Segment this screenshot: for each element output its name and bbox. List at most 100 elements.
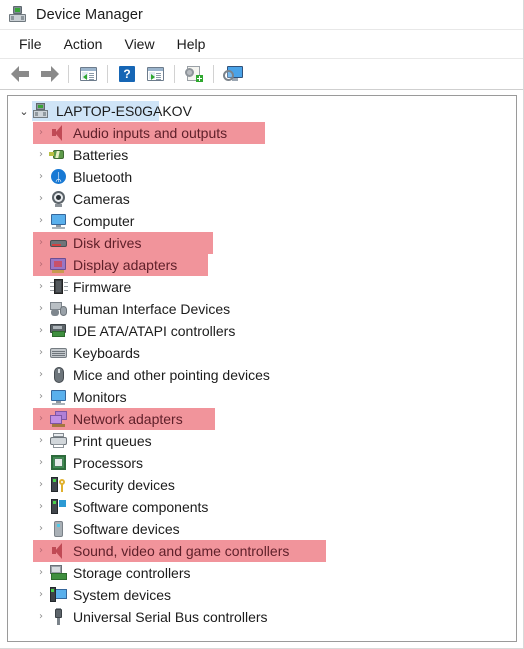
chevron-right-icon[interactable]: › <box>33 326 49 336</box>
chevron-right-icon[interactable]: › <box>33 612 49 622</box>
chevron-right-icon[interactable]: › <box>33 260 49 270</box>
tree-item[interactable]: › Security devices <box>8 474 516 496</box>
tree-item[interactable]: › Processors <box>8 452 516 474</box>
tree-item-label: Computer <box>73 213 135 229</box>
menu-bar: File Action View Help <box>0 30 523 59</box>
network-adapter-icon <box>49 410 69 428</box>
chevron-right-icon[interactable]: › <box>33 546 49 556</box>
tree-item-label: IDE ATA/ATAPI controllers <box>73 323 236 339</box>
chevron-right-icon[interactable]: › <box>33 150 49 160</box>
tree-item-label: Universal Serial Bus controllers <box>73 609 268 625</box>
tree-item-label: Cameras <box>73 191 130 207</box>
bluetooth-icon: ᛦ <box>49 168 69 186</box>
tree-item[interactable]: › Display adapters <box>8 254 516 276</box>
storage-controller-icon <box>49 564 69 582</box>
tree-item-label: Network adapters <box>73 411 183 427</box>
tree-item-label: Software devices <box>73 521 180 537</box>
tree-item[interactable]: › Software devices <box>8 518 516 540</box>
tree-item[interactable]: › IDE ATA/ATAPI controllers <box>8 320 516 342</box>
tree-item-label: Print queues <box>73 433 152 449</box>
toolbar-separator <box>107 65 108 83</box>
chevron-right-icon[interactable]: › <box>33 128 49 138</box>
tree-item-label: Firmware <box>73 279 132 295</box>
tree-item[interactable]: › Print queues <box>8 430 516 452</box>
chevron-right-icon[interactable]: › <box>33 436 49 446</box>
tree-item[interactable]: › Human Interface Devices <box>8 298 516 320</box>
tree-item[interactable]: › System devices <box>8 584 516 606</box>
menu-help[interactable]: Help <box>166 33 217 55</box>
back-button[interactable] <box>7 62 35 86</box>
menu-file[interactable]: File <box>8 33 53 55</box>
tree-item[interactable]: › Cameras <box>8 188 516 210</box>
chevron-right-icon[interactable]: › <box>33 414 49 424</box>
scan-hardware-changes-button[interactable] <box>219 62 247 86</box>
tree-item[interactable]: › Mice and other pointing devices <box>8 364 516 386</box>
forward-button[interactable] <box>35 62 63 86</box>
hid-icon <box>49 300 69 318</box>
window-title-bar: Device Manager <box>0 0 523 30</box>
speaker-icon <box>49 124 69 142</box>
ide-controller-icon <box>49 322 69 340</box>
menu-view[interactable]: View <box>113 33 165 55</box>
device-manager-window: Device Manager File Action View Help ? ⌄… <box>0 0 524 649</box>
tree-item-label: Sound, video and game controllers <box>73 543 290 559</box>
tree-root-node[interactable]: ⌄ LAPTOP-ES0GAKOV <box>8 100 516 122</box>
usb-icon <box>49 608 69 626</box>
chevron-right-icon[interactable]: › <box>33 216 49 226</box>
tree-item-label: Display adapters <box>73 257 178 273</box>
processor-icon <box>49 454 69 472</box>
update-driver-button[interactable] <box>180 62 208 86</box>
device-tree-panel[interactable]: ⌄ LAPTOP-ES0GAKOV › Audio inputs and output… <box>7 95 517 642</box>
tree-item[interactable]: › Computer <box>8 210 516 232</box>
tree-item[interactable]: › Keyboards <box>8 342 516 364</box>
chip-icon <box>49 278 69 296</box>
tree-item[interactable]: › Network adapters <box>8 408 516 430</box>
printer-icon <box>49 432 69 450</box>
chevron-right-icon[interactable]: › <box>33 568 49 578</box>
tree-root-label: LAPTOP-ES0GAKOV <box>56 103 192 119</box>
tree-item-label: Bluetooth <box>73 169 133 185</box>
chevron-right-icon[interactable]: › <box>33 238 49 248</box>
tree-item[interactable]: › Universal Serial Bus controllers <box>8 606 516 628</box>
chevron-right-icon[interactable]: › <box>33 370 49 380</box>
tree-item[interactable]: › Storage controllers <box>8 562 516 584</box>
tree-item-label: Processors <box>73 455 144 471</box>
chevron-right-icon[interactable]: › <box>33 590 49 600</box>
help-button[interactable]: ? <box>113 62 141 86</box>
system-device-icon <box>49 586 69 604</box>
tree-item[interactable]: › Batteries <box>8 144 516 166</box>
chevron-down-icon[interactable]: ⌄ <box>16 106 32 117</box>
tree-item-label: Audio inputs and outputs <box>73 125 228 141</box>
tree-item-label: Storage controllers <box>73 565 191 581</box>
chevron-right-icon[interactable]: › <box>33 282 49 292</box>
tree-item-label: Security devices <box>73 477 175 493</box>
chevron-right-icon[interactable]: › <box>33 348 49 358</box>
monitor-icon <box>49 212 69 230</box>
monitor-search-icon <box>223 65 243 83</box>
chevron-right-icon[interactable]: › <box>33 524 49 534</box>
chevron-right-icon[interactable]: › <box>33 194 49 204</box>
show-hide-console-tree-button[interactable] <box>74 62 102 86</box>
chevron-right-icon[interactable]: › <box>33 392 49 402</box>
chevron-right-icon[interactable]: › <box>33 480 49 490</box>
chevron-right-icon[interactable]: › <box>33 172 49 182</box>
properties-button[interactable] <box>141 62 169 86</box>
tree-item[interactable]: › Software components <box>8 496 516 518</box>
tree-item[interactable]: › Disk drives <box>8 232 516 254</box>
monitor-icon <box>49 388 69 406</box>
mouse-icon <box>49 366 69 384</box>
computer-icon <box>32 102 52 120</box>
window-title: Device Manager <box>36 6 143 23</box>
tree-item[interactable]: › Audio inputs and outputs <box>8 122 516 144</box>
tree-item[interactable]: › Sound, video and game controllers <box>8 540 516 562</box>
chevron-right-icon[interactable]: › <box>33 502 49 512</box>
question-mark-icon: ? <box>119 66 135 82</box>
device-manager-icon <box>9 5 27 24</box>
chevron-right-icon[interactable]: › <box>33 458 49 468</box>
tree-item[interactable]: › ᛦ Bluetooth <box>8 166 516 188</box>
menu-action[interactable]: Action <box>53 33 114 55</box>
forward-arrow-icon <box>39 66 59 82</box>
chevron-right-icon[interactable]: › <box>33 304 49 314</box>
tree-item[interactable]: › Firmware <box>8 276 516 298</box>
tree-item[interactable]: › Monitors <box>8 386 516 408</box>
